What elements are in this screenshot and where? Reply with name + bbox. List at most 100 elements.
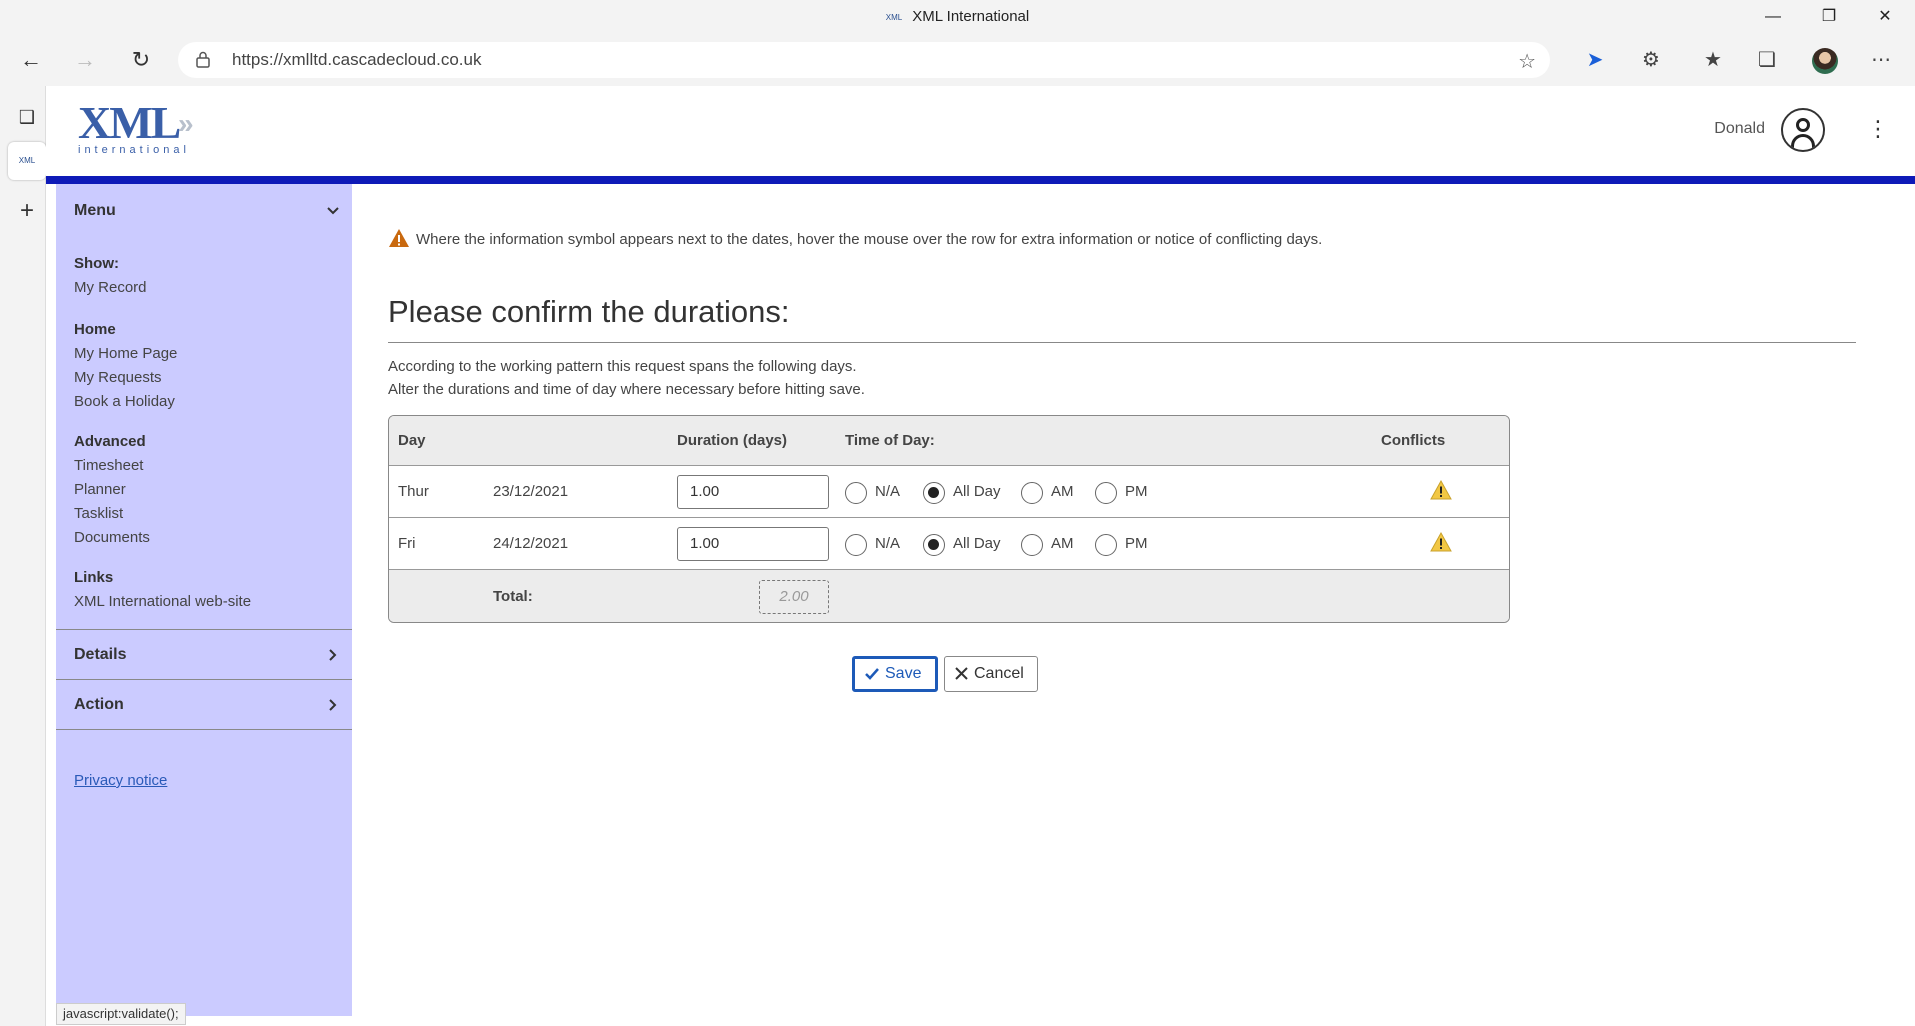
table-header-row: Day Duration (days) Time of Day: Conflic…: [389, 416, 1509, 466]
restore-icon[interactable]: ❐: [1801, 0, 1857, 34]
more-icon[interactable]: ⋯: [1864, 44, 1898, 76]
address-bar[interactable]: https://xmlltd.cascadecloud.co.uk ☆: [178, 42, 1550, 78]
close-icon: [955, 667, 968, 680]
user-avatar-icon[interactable]: [1781, 108, 1825, 152]
privacy-notice-link[interactable]: Privacy notice: [74, 772, 167, 789]
minimize-icon[interactable]: —: [1745, 0, 1801, 34]
radio-na[interactable]: [845, 534, 867, 556]
window-title: XML XML International: [0, 8, 1915, 25]
radio-pm[interactable]: [1095, 534, 1117, 556]
column-header-day: Day: [398, 432, 426, 449]
sidebar-group-advanced: Advanced Timesheet Planner Tasklist Docu…: [74, 430, 150, 550]
logo-text: XML: [78, 97, 181, 148]
column-header-conflicts: Conflicts: [1381, 432, 1446, 449]
warning-icon: [389, 229, 409, 247]
description: According to the working pattern this re…: [388, 355, 865, 401]
refresh-icon[interactable]: ↻: [124, 44, 158, 76]
radio-label-all-day: All Day: [953, 483, 1001, 500]
sidebar-group-heading: Home: [74, 321, 116, 338]
radio-label-na: N/A: [875, 535, 901, 552]
radio-label-pm: PM: [1125, 483, 1148, 500]
cancel-label: Cancel: [974, 665, 1024, 682]
row-day: Fri: [398, 535, 416, 552]
sidebar-item-documents[interactable]: Documents: [74, 526, 150, 550]
duration-input[interactable]: 1.00: [677, 475, 829, 509]
profile-icon[interactable]: [1812, 48, 1838, 74]
back-icon[interactable]: ←: [14, 44, 48, 76]
kebab-menu-icon[interactable]: ⋮: [1867, 118, 1889, 140]
page-title: Please confirm the durations:: [388, 294, 790, 329]
radio-all-day[interactable]: [923, 534, 945, 556]
tab-xml-international[interactable]: XML: [8, 142, 46, 180]
sidebar-group-home: Home My Home Page My Requests Book a Hol…: [74, 318, 177, 414]
xml-logo[interactable]: XML » international: [78, 100, 218, 160]
sidebar-item-book-a-holiday[interactable]: Book a Holiday: [74, 390, 177, 414]
notice-text: Where the information symbol appears nex…: [416, 231, 1323, 248]
table-total-row: Total: 2.00: [389, 570, 1509, 622]
close-icon[interactable]: ✕: [1857, 0, 1913, 34]
radio-na[interactable]: [845, 482, 867, 504]
radio-am[interactable]: [1021, 482, 1043, 504]
cancel-button[interactable]: Cancel: [944, 656, 1038, 692]
table-row: Fri 24/12/2021 1.00 N/A All Day AM PM: [389, 518, 1509, 570]
sidebar-item-my-record[interactable]: My Record: [74, 276, 147, 300]
description-line-2: Alter the durations and time of day wher…: [388, 381, 865, 398]
forward-icon[interactable]: →: [68, 44, 102, 76]
conflict-warning-icon[interactable]: [1430, 532, 1452, 552]
radio-pm[interactable]: [1095, 482, 1117, 504]
row-day: Thur: [398, 483, 429, 500]
chevron-down-icon[interactable]: [326, 204, 340, 218]
collections-icon[interactable]: ❏: [1750, 44, 1784, 76]
info-notice: Where the information symbol appears nex…: [388, 228, 1322, 248]
sidebar-item-timesheet[interactable]: Timesheet: [74, 454, 150, 478]
sidebar-item-tasklist[interactable]: Tasklist: [74, 502, 150, 526]
details-section[interactable]: Details: [56, 630, 352, 680]
app-header: XML » international Donald ⋮: [46, 86, 1915, 176]
check-icon: [865, 668, 879, 680]
row-date: 23/12/2021: [493, 483, 569, 500]
extensions-icon[interactable]: ⚙: [1634, 44, 1668, 76]
chevron-right-icon[interactable]: [326, 698, 340, 712]
copilot-icon[interactable]: ➤: [1578, 44, 1612, 76]
save-button[interactable]: Save: [852, 656, 938, 692]
description-line-1: According to the working pattern this re…: [388, 358, 857, 375]
window-title-text: XML International: [912, 8, 1030, 25]
vertical-tab-strip: ❑ XML +: [0, 86, 46, 1026]
add-favorite-icon[interactable]: ☆: [1518, 49, 1536, 74]
lock-icon: [196, 51, 210, 68]
sidebar-group-heading: Show:: [74, 255, 119, 272]
save-label: Save: [885, 665, 922, 682]
browser-toolbar: ← → ↻ https://xmlltd.cascadecloud.co.uk …: [0, 34, 1915, 86]
sidebar-group-heading: Advanced: [74, 433, 146, 450]
accent-band: [46, 176, 1915, 184]
sidebar-item-xml-website[interactable]: XML International web-site: [74, 590, 251, 614]
total-label: Total:: [493, 588, 533, 605]
menu-toggle[interactable]: Menu: [74, 202, 116, 220]
radio-am[interactable]: [1021, 534, 1043, 556]
total-value: 2.00: [759, 580, 829, 614]
sidebar-group-heading: Links: [74, 569, 114, 586]
chevron-right-icon[interactable]: [326, 648, 340, 662]
action-toggle[interactable]: Action: [74, 696, 124, 714]
conflict-warning-icon[interactable]: [1430, 480, 1452, 500]
logo-chevron-icon: »: [178, 108, 194, 139]
radio-label-all-day: All Day: [953, 535, 1001, 552]
url-text[interactable]: https://xmlltd.cascadecloud.co.uk: [232, 50, 481, 70]
radio-all-day[interactable]: [923, 482, 945, 504]
action-section[interactable]: Action: [56, 680, 352, 730]
sidebar-item-my-requests[interactable]: My Requests: [74, 366, 177, 390]
sidebar-item-my-home-page[interactable]: My Home Page: [74, 342, 177, 366]
details-toggle[interactable]: Details: [74, 646, 126, 664]
status-bar: javascript:validate();: [56, 1003, 186, 1025]
table-row: Thur 23/12/2021 1.00 N/A All Day AM PM: [389, 466, 1509, 518]
new-tab-icon[interactable]: +: [8, 192, 46, 230]
row-date: 24/12/2021: [493, 535, 569, 552]
radio-label-am: AM: [1051, 483, 1074, 500]
durations-table: Day Duration (days) Time of Day: Conflic…: [388, 415, 1510, 623]
favorites-icon[interactable]: ★: [1696, 44, 1730, 76]
username[interactable]: Donald: [1714, 120, 1765, 138]
duration-input[interactable]: 1.00: [677, 527, 829, 561]
tab-actions-icon[interactable]: ❑: [8, 98, 46, 136]
sidebar: Menu Show: My Record Home My Home Page M…: [56, 184, 352, 1016]
sidebar-item-planner[interactable]: Planner: [74, 478, 150, 502]
